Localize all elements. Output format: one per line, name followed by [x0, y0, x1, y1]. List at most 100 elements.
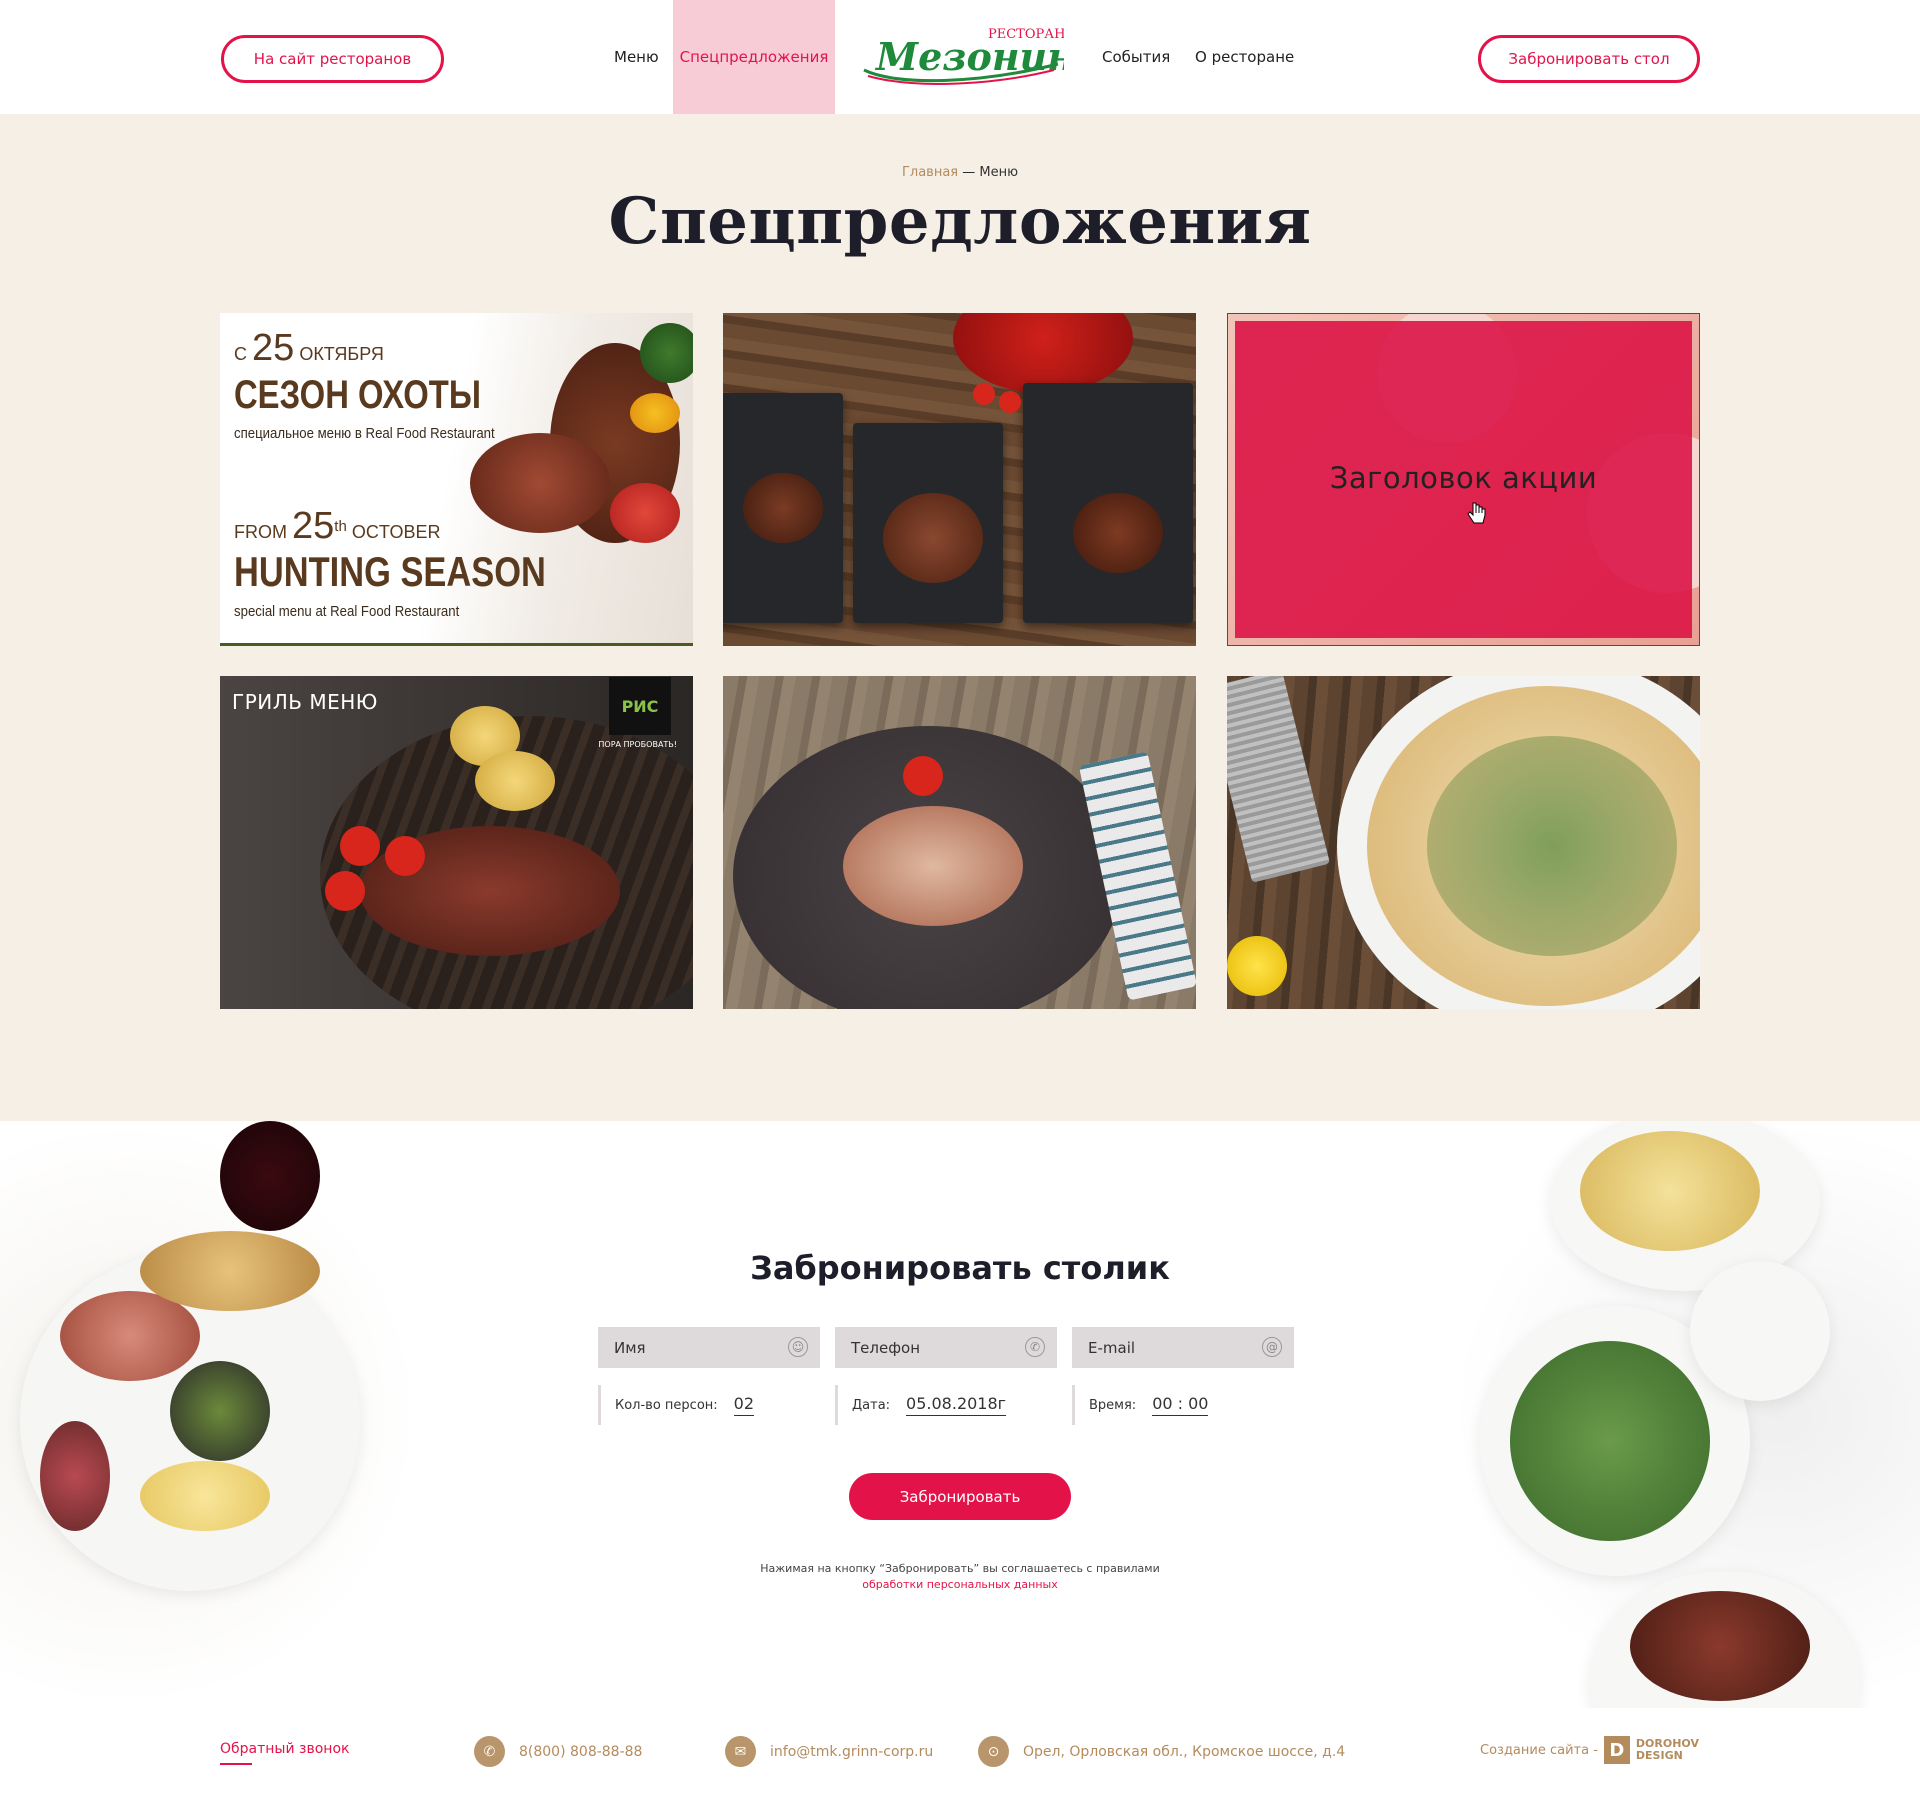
at-icon: @ [1262, 1337, 1282, 1357]
prosciutto-image [60, 1291, 200, 1381]
card-frame [1227, 313, 1700, 646]
privacy-policy-link[interactable]: обработки персональных данных [862, 1578, 1057, 1591]
date-ru: С 25 ОКТЯБРЯ [234, 327, 384, 369]
subtitle-ru: специальное меню в Real Food Restaurant [234, 425, 495, 442]
tomato-image [973, 383, 995, 405]
address-text: Орел, Орловская обл., Кромское шоссе, д.… [1023, 1743, 1346, 1760]
footer-phone[interactable]: ✆ 8(800) 808-88-88 [474, 1736, 642, 1767]
phone-placeholder: Телефон [851, 1338, 921, 1357]
time-value[interactable]: 00 : 00 [1152, 1394, 1209, 1416]
promo-card-pizza[interactable] [1227, 676, 1700, 1009]
site-footer: Обратный звонок ✆ 8(800) 808-88-88 ✉ inf… [0, 1708, 1920, 1797]
promo-card-grill-menu[interactable]: ГРИЛЬ МЕНЮ РИС ПОРА ПРОБОВАТЬ! [220, 676, 693, 1009]
name-placeholder: Имя [614, 1338, 646, 1357]
email-field[interactable]: E-mail @ [1072, 1327, 1294, 1368]
phone-number[interactable]: 8(800) 808-88-88 [519, 1744, 642, 1760]
person-icon: ☺ [788, 1337, 808, 1357]
grill-menu-title: ГРИЛЬ МЕНЮ [232, 690, 378, 714]
site-credit[interactable]: Создание сайта - D DOROHOV DESIGN [1480, 1736, 1699, 1764]
arugula-image [1427, 736, 1677, 956]
name-field[interactable]: Имя ☺ [598, 1327, 820, 1368]
mail-icon: ✉ [725, 1736, 756, 1767]
ris-note: ПОРА ПРОБОВАТЬ! [598, 740, 677, 749]
steak-image [1073, 493, 1163, 573]
date-value[interactable]: 05.08.2018г [906, 1394, 1007, 1416]
time-select[interactable]: Время: 00 : 00 [1072, 1385, 1294, 1425]
octopus-image [843, 806, 1023, 926]
breadcrumb-home[interactable]: Главная [902, 165, 958, 180]
potato-image [475, 751, 555, 811]
tomato-image [325, 871, 365, 911]
footer-email[interactable]: ✉ info@tmk.grinn-corp.ru [725, 1736, 933, 1767]
booking-section: Забронировать столик Имя ☺ Телефон ✆ E-m… [0, 1121, 1920, 1708]
credit-label: Создание сайта - [1480, 1742, 1598, 1758]
submit-booking-button[interactable]: Забронировать [849, 1473, 1071, 1520]
date-select[interactable]: Дата: 05.08.2018г [835, 1385, 1057, 1425]
promo-card-octopus[interactable] [723, 676, 1196, 1009]
callback-link[interactable]: Обратный звонок [220, 1741, 349, 1757]
title-ru: СЕЗОН ОХОТЫ [234, 373, 481, 417]
tomato-image [999, 391, 1021, 413]
persons-select[interactable]: Кол-во персон: 02 [598, 1385, 820, 1425]
site-header: На сайт ресторанов Меню Спецпредложения … [0, 0, 1920, 114]
berries-image [610, 483, 680, 543]
dorohov-logo-icon: D [1603, 1736, 1630, 1764]
email-address[interactable]: info@tmk.grinn-corp.ru [770, 1744, 933, 1760]
nav-menu[interactable]: Меню [614, 0, 659, 114]
pepper-image [630, 393, 680, 433]
appetizer-platter-image [0, 1121, 420, 1708]
promo-card-steaks[interactable] [723, 313, 1196, 646]
nav-specials[interactable]: Спецпредложения [673, 0, 835, 114]
book-table-button[interactable]: Забронировать стол [1478, 35, 1700, 83]
restaurants-site-button[interactable]: На сайт ресторанов [221, 35, 444, 83]
salads-image [1450, 1121, 1920, 1708]
phone-icon: ✆ [1025, 1337, 1045, 1357]
wine-glass-image [220, 1121, 320, 1231]
steak-image [743, 473, 823, 543]
phone-field[interactable]: Телефон ✆ [835, 1327, 1057, 1368]
olives-image [170, 1361, 270, 1461]
tomato-image [340, 826, 380, 866]
persons-label: Кол-во персон: [615, 1397, 718, 1413]
credit-brand: DOROHOV DESIGN [1635, 1737, 1699, 1762]
subtitle-en: special menu at Real Food Restaurant [234, 603, 460, 620]
ris-logo: РИС [609, 677, 671, 735]
omelette-image [1580, 1131, 1760, 1251]
email-placeholder: E-mail [1088, 1338, 1136, 1357]
lemon-image [1227, 936, 1287, 996]
meat-dish-image [1630, 1591, 1810, 1701]
meat-image [470, 433, 610, 533]
breadcrumb: Главная — Меню [0, 165, 1920, 180]
promo-card-hunting-season[interactable]: С 25 ОКТЯБРЯ СЕЗОН ОХОТЫ специальное мен… [220, 313, 693, 646]
herb-image [640, 323, 693, 383]
card-bottom-rule [220, 643, 693, 646]
page-title: Спецпредложения [608, 184, 1312, 259]
terms-text: Нажимая на кнопку “Забронировать” вы сог… [760, 1562, 1160, 1575]
date-label: Дата: [852, 1397, 891, 1413]
logo-mark: РЕСТОРАН Мезонин [863, 27, 1075, 85]
persons-value[interactable]: 02 [733, 1394, 755, 1416]
phone-icon: ✆ [474, 1736, 505, 1767]
booking-title: Забронировать столик [750, 1249, 1170, 1287]
promo-card-hovered[interactable]: Заголовок акции [1227, 313, 1700, 646]
date-en: FROM 25th OCTOBER [234, 505, 441, 547]
time-label: Время: [1089, 1397, 1137, 1413]
nav-events[interactable]: События [1102, 0, 1170, 114]
map-pin-icon: ⊙ [978, 1736, 1009, 1767]
steak-image [883, 493, 983, 583]
terms-note: Нажимая на кнопку “Забронировать” вы сог… [0, 1561, 1920, 1593]
specials-section: Главная — Меню Спецпредложения С 25 ОКТЯ… [0, 114, 1920, 1121]
callback-underline [220, 1763, 252, 1765]
nav-about[interactable]: О ресторане [1195, 0, 1294, 114]
salad-image [1510, 1341, 1710, 1541]
cheese-image [140, 1461, 270, 1531]
salami-image [40, 1421, 110, 1531]
tomato-image [903, 756, 943, 796]
breadcrumb-separator: — [958, 165, 980, 180]
title-en: HUNTING SEASON [234, 548, 546, 595]
tomato-image [385, 836, 425, 876]
footer-address: ⊙ Орел, Орловская обл., Кромское шоссе, … [978, 1736, 1345, 1767]
breadcrumb-current: Меню [979, 165, 1019, 180]
logo-script-word: Мезонин [874, 34, 1064, 79]
restaurant-logo[interactable]: РЕСТОРАН Мезонин [858, 24, 1075, 90]
